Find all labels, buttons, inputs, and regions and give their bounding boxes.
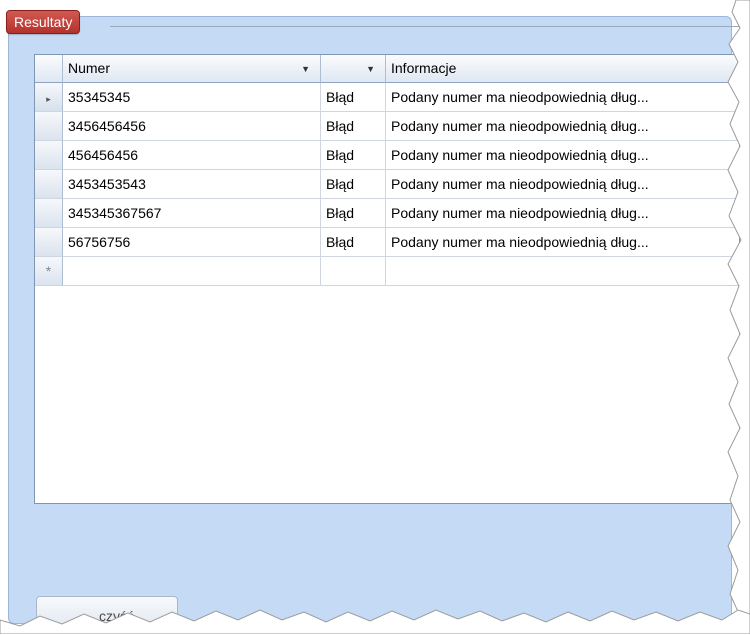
cell-status[interactable]: Błąd — [321, 112, 386, 141]
cell-info[interactable]: Podany numer ma nieodpowiednią dług... — [386, 199, 739, 228]
column-header-label: Informacje — [391, 60, 457, 76]
column-header-status[interactable]: ▼ — [321, 55, 386, 83]
row-pointer-icon: ▸ — [46, 94, 51, 104]
cell-status-new[interactable] — [321, 257, 386, 286]
window-frame: Resultaty Numer ▼ ▼ Informacje ▸ 3534534… — [0, 0, 750, 634]
row-header[interactable] — [35, 199, 63, 228]
torn-edge-bottom — [0, 609, 750, 634]
cell-info[interactable]: Podany numer ma nieodpowiednią dług... — [386, 112, 739, 141]
group-divider — [110, 26, 740, 27]
cell-status[interactable]: Błąd — [321, 228, 386, 257]
table-row[interactable]: ▸ 35345345 Błąd Podany numer ma nieodpow… — [35, 83, 739, 112]
new-row[interactable]: * — [35, 257, 739, 286]
cell-status[interactable]: Błąd — [321, 83, 386, 112]
row-header[interactable] — [35, 170, 63, 199]
row-header[interactable]: ▸ — [35, 83, 63, 112]
table-row[interactable]: 3456456456 Błąd Podany numer ma nieodpow… — [35, 112, 739, 141]
cell-numer[interactable]: 3456456456 — [63, 112, 321, 141]
cell-numer[interactable]: 56756756 — [63, 228, 321, 257]
results-grid[interactable]: Numer ▼ ▼ Informacje ▸ 35345345 Błąd Pod… — [34, 54, 740, 504]
cell-numer[interactable]: 456456456 — [63, 141, 321, 170]
cell-numer[interactable]: 3453453543 — [63, 170, 321, 199]
row-header[interactable] — [35, 228, 63, 257]
cell-info[interactable]: Podany numer ma nieodpowiednią dług... — [386, 228, 739, 257]
row-header[interactable] — [35, 141, 63, 170]
chevron-down-icon[interactable]: ▼ — [366, 55, 375, 82]
cell-info[interactable]: Podany numer ma nieodpowiednią dług... — [386, 170, 739, 199]
table-row[interactable]: 56756756 Błąd Podany numer ma nieodpowie… — [35, 228, 739, 257]
column-header-label: Numer — [68, 60, 111, 76]
grid-header: Numer ▼ ▼ Informacje — [35, 55, 739, 83]
table-row[interactable]: 456456456 Błąd Podany numer ma nieodpowi… — [35, 141, 739, 170]
asterisk-icon: * — [35, 257, 63, 286]
table-row[interactable]: 3453453543 Błąd Podany numer ma nieodpow… — [35, 170, 739, 199]
group-title: Resultaty — [6, 10, 81, 34]
cell-status[interactable]: Błąd — [321, 141, 386, 170]
cell-numer[interactable]: 35345345 — [63, 83, 321, 112]
torn-edge-right — [727, 0, 750, 634]
chevron-down-icon[interactable]: ▼ — [301, 55, 310, 82]
cell-numer-new[interactable] — [63, 257, 321, 286]
column-header-informacje[interactable]: Informacje — [386, 55, 739, 83]
row-header[interactable] — [35, 112, 63, 141]
cell-info-new[interactable] — [386, 257, 739, 286]
row-header-corner[interactable] — [35, 55, 63, 83]
cell-status[interactable]: Błąd — [321, 199, 386, 228]
cell-status[interactable]: Błąd — [321, 170, 386, 199]
table-row[interactable]: 345345367567 Błąd Podany numer ma nieodp… — [35, 199, 739, 228]
cell-info[interactable]: Podany numer ma nieodpowiednią dług... — [386, 141, 739, 170]
column-header-numer[interactable]: Numer ▼ — [63, 55, 321, 83]
cell-info[interactable]: Podany numer ma nieodpowiednią dług... — [386, 83, 739, 112]
cell-numer[interactable]: 345345367567 — [63, 199, 321, 228]
